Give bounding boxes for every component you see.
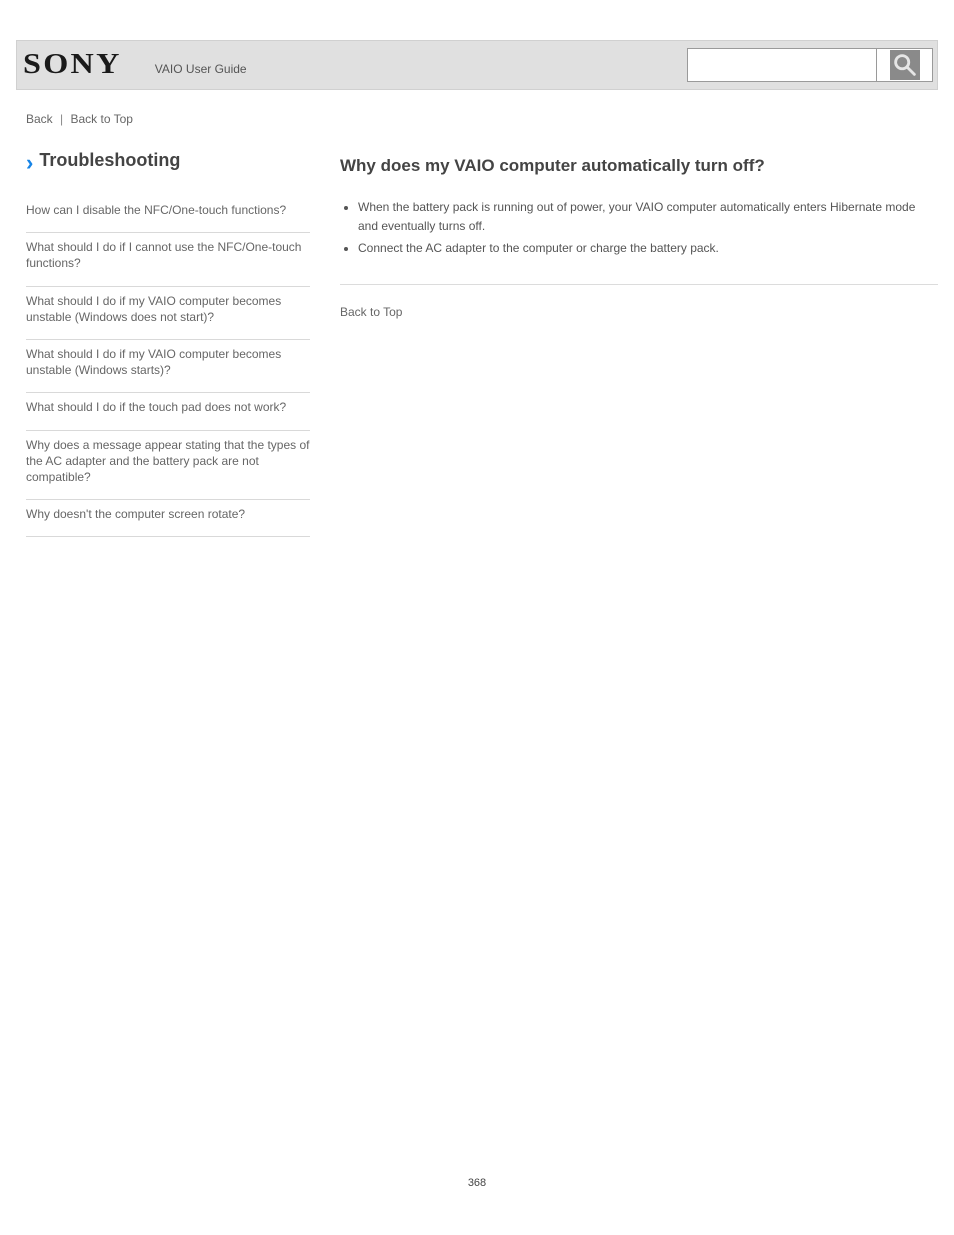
content-area: Why does my VAIO computer automatically … (340, 150, 938, 537)
header-bar: SONY VAIO User Guide (16, 40, 938, 90)
article-bullet: When the battery pack is running out of … (358, 198, 938, 235)
sidebar-title-block: › Troubleshooting (26, 150, 310, 174)
sidebar-item-link[interactable]: What should I do if I cannot use the NFC… (26, 240, 301, 270)
sidebar-item[interactable]: What should I do if the touch pad does n… (26, 393, 310, 430)
brand-logo[interactable]: SONY (23, 49, 122, 81)
product-line: VAIO User Guide (155, 62, 247, 76)
search-wrap (687, 48, 933, 82)
search-button[interactable] (877, 48, 933, 82)
sidebar-item-link[interactable]: What should I do if my VAIO computer bec… (26, 347, 281, 377)
breadcrumb-top-link[interactable]: Back to Top (71, 112, 133, 126)
sidebar-item[interactable]: What should I do if my VAIO computer bec… (26, 287, 310, 340)
breadcrumb-separator: | (60, 112, 63, 126)
sidebar-section-title: Troubleshooting (39, 150, 180, 171)
sidebar-item[interactable]: What should I do if my VAIO computer bec… (26, 340, 310, 393)
sidebar-item[interactable]: How can I disable the NFC/One-touch func… (26, 196, 310, 233)
sidebar-item-link[interactable]: Why doesn't the computer screen rotate? (26, 507, 245, 521)
sidebar-item-link[interactable]: What should I do if my VAIO computer bec… (26, 294, 281, 324)
breadcrumb-back-link[interactable]: Back (26, 112, 53, 126)
page-number: 368 (0, 1177, 954, 1189)
sidebar: › Troubleshooting How can I disable the … (26, 150, 310, 537)
separator-line (340, 284, 938, 285)
sidebar-item[interactable]: Why doesn't the computer screen rotate? (26, 500, 310, 537)
sidebar-item-link[interactable]: Why does a message appear stating that t… (26, 438, 310, 484)
article-bullets: When the battery pack is running out of … (358, 198, 938, 258)
sidebar-item-link[interactable]: How can I disable the NFC/One-touch func… (26, 203, 286, 217)
header-left: SONY VAIO User Guide (21, 49, 247, 81)
sidebar-item-link[interactable]: What should I do if the touch pad does n… (26, 400, 286, 414)
search-icon (890, 50, 920, 80)
article-title: Why does my VAIO computer automatically … (340, 156, 938, 176)
breadcrumb: Back | Back to Top (26, 112, 938, 126)
search-input[interactable] (687, 48, 877, 82)
back-to-top-link[interactable]: Back to Top (340, 305, 402, 319)
sidebar-item[interactable]: What should I do if I cannot use the NFC… (26, 233, 310, 286)
sidebar-item[interactable]: Why does a message appear stating that t… (26, 431, 310, 501)
sidebar-list: How can I disable the NFC/One-touch func… (26, 196, 310, 537)
chevron-right-icon: › (26, 152, 29, 174)
article-bullet: Connect the AC adapter to the computer o… (358, 239, 938, 258)
